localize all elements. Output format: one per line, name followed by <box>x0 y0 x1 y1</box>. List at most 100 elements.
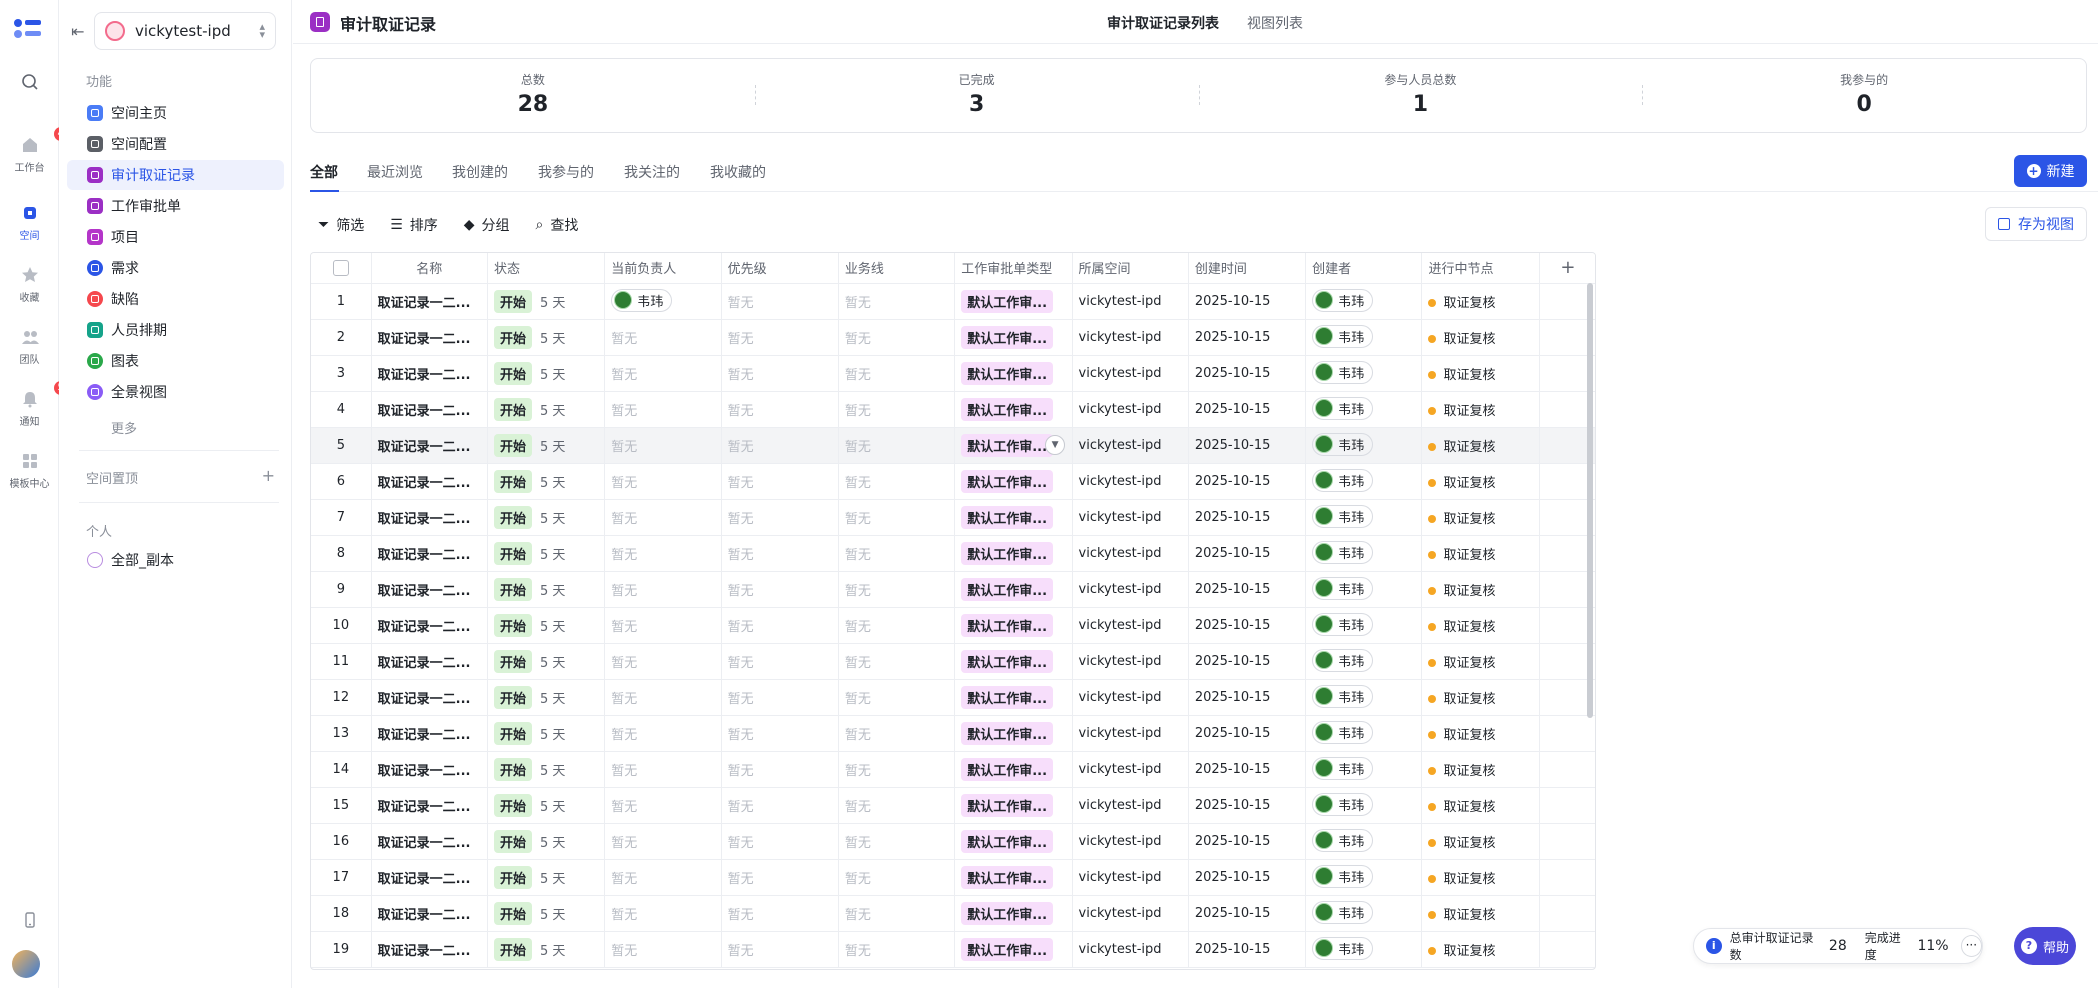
table-row[interactable]: 14 取证记录一二... 开始 5 天 暂无 暂无 暂无 默认工作审... vickytest-… <box>311 751 1595 788</box>
priority-cell[interactable]: 暂无 <box>721 391 839 428</box>
table-row[interactable]: 16 取证记录一二... 开始 5 天 暂无 暂无 暂无 默认工作审... vickytest-… <box>311 823 1595 860</box>
table-row[interactable]: 2 取证记录一二... 开始 5 天 暂无 暂无 暂无 默认工作审... vickytest-i… <box>311 319 1595 356</box>
owner-cell[interactable]: 韦玮 <box>604 283 722 320</box>
row-number[interactable]: 19 <box>311 931 372 968</box>
created-cell[interactable]: 2025-10-15 <box>1188 751 1307 788</box>
creator-chip[interactable]: 韦玮 <box>1312 504 1374 528</box>
new-button[interactable]: + 新建 <box>2014 155 2087 187</box>
creator-cell[interactable]: 韦玮 <box>1305 679 1423 716</box>
save-view-button[interactable]: 存为视图 <box>1985 207 2087 241</box>
approval-type-cell[interactable]: 默认工作审... <box>954 715 1073 752</box>
business-line-cell[interactable]: 暂无 <box>838 823 956 860</box>
creator-chip[interactable]: 韦玮 <box>1312 540 1374 564</box>
creator-cell[interactable]: 韦玮 <box>1305 751 1423 788</box>
record-name[interactable]: 取证记录一二... <box>371 751 488 788</box>
tab-favorited[interactable]: 我收藏的 <box>710 162 766 182</box>
creator-cell[interactable]: 韦玮 <box>1305 787 1423 824</box>
row-number[interactable]: 18 <box>311 895 372 932</box>
business-line-cell[interactable]: 暂无 <box>838 787 956 824</box>
status-cell[interactable]: 开始 5 天 <box>487 715 606 752</box>
record-name[interactable]: 取证记录一二... <box>371 463 488 500</box>
tab-created[interactable]: 我创建的 <box>452 162 508 182</box>
tab-participated[interactable]: 我参与的 <box>538 162 594 182</box>
owner-cell[interactable]: 暂无 <box>604 679 722 716</box>
space-cell[interactable]: vickytest-ipd <box>1072 787 1189 824</box>
priority-cell[interactable]: 暂无 <box>721 715 839 752</box>
table-row[interactable]: 7 取证记录一二... 开始 5 天 暂无 暂无 暂无 默认工作审... vickytest-i… <box>311 499 1595 536</box>
column-header-created[interactable]: 创建时间 <box>1188 253 1307 284</box>
priority-cell[interactable]: 暂无 <box>721 643 839 680</box>
space-cell[interactable]: vickytest-ipd <box>1072 715 1189 752</box>
select-all-cell[interactable] <box>311 253 372 284</box>
record-name[interactable]: 取证记录一二... <box>371 391 488 428</box>
approval-type-cell[interactable]: 默认工作审... <box>954 319 1073 356</box>
approval-type-cell[interactable]: 默认工作审... <box>954 571 1073 608</box>
created-cell[interactable]: 2025-10-15 <box>1188 355 1307 392</box>
row-number[interactable]: 9 <box>311 571 372 608</box>
column-header-priority[interactable]: 优先级 <box>721 253 839 284</box>
creator-chip[interactable]: 韦玮 <box>1312 612 1374 636</box>
priority-cell[interactable]: 暂无 <box>721 787 839 824</box>
rail-item-workbench[interactable]: 49 工作台 <box>0 127 73 174</box>
node-cell[interactable]: 取证复核 <box>1421 427 1540 464</box>
row-number[interactable]: 5 <box>311 427 372 464</box>
status-cell[interactable]: 开始 5 天 <box>487 427 606 464</box>
creator-chip[interactable]: 韦玮 <box>1312 396 1374 420</box>
creator-cell[interactable]: 韦玮 <box>1305 499 1423 536</box>
owner-cell[interactable]: 暂无 <box>604 823 722 860</box>
approval-type-cell[interactable]: 默认工作审... <box>954 499 1073 536</box>
row-number[interactable]: 13 <box>311 715 372 752</box>
business-line-cell[interactable]: 暂无 <box>838 319 956 356</box>
status-cell[interactable]: 开始 5 天 <box>487 859 606 896</box>
add-pinned-icon[interactable]: + <box>262 466 275 485</box>
owner-cell[interactable]: 暂无 <box>604 499 722 536</box>
creator-cell[interactable]: 韦玮 <box>1305 319 1423 356</box>
created-cell[interactable]: 2025-10-15 <box>1188 463 1307 500</box>
approval-type-cell[interactable]: 默认工作审... <box>954 391 1073 428</box>
table-row[interactable]: 19 取证记录一二... 开始 5 天 暂无 暂无 暂无 默认工作审... vickytest-… <box>311 931 1595 968</box>
row-number[interactable]: 14 <box>311 751 372 788</box>
space-cell[interactable]: vickytest-ipd <box>1072 535 1189 572</box>
priority-cell[interactable]: 暂无 <box>721 427 839 464</box>
sidebar-item-charts[interactable]: 图表 <box>67 346 284 376</box>
rail-mobile[interactable] <box>0 910 59 934</box>
node-cell[interactable]: 取证复核 <box>1421 499 1540 536</box>
approval-type-cell[interactable]: 默认工作审... <box>954 355 1073 392</box>
record-name[interactable]: 取证记录一二... <box>371 895 488 932</box>
node-cell[interactable]: 取证复核 <box>1421 571 1540 608</box>
creator-cell[interactable]: 韦玮 <box>1305 607 1423 644</box>
creator-chip[interactable]: 韦玮 <box>1312 684 1374 708</box>
row-number[interactable]: 17 <box>311 859 372 896</box>
business-line-cell[interactable]: 暂无 <box>838 715 956 752</box>
owner-cell[interactable]: 暂无 <box>604 391 722 428</box>
row-number[interactable]: 11 <box>311 643 372 680</box>
row-number[interactable]: 12 <box>311 679 372 716</box>
column-header-business-line[interactable]: 业务线 <box>838 253 956 284</box>
created-cell[interactable]: 2025-10-15 <box>1188 859 1307 896</box>
creator-chip[interactable]: 韦玮 <box>1312 756 1374 780</box>
sidebar-item-approval[interactable]: 工作审批单 <box>67 191 284 221</box>
owner-cell[interactable]: 暂无 <box>604 607 722 644</box>
business-line-cell[interactable]: 暂无 <box>838 643 956 680</box>
row-number[interactable]: 7 <box>311 499 372 536</box>
owner-cell[interactable]: 暂无 <box>604 931 722 968</box>
creator-chip[interactable]: 韦玮 <box>1312 432 1374 456</box>
node-cell[interactable]: 取证复核 <box>1421 931 1540 968</box>
space-cell[interactable]: vickytest-ipd <box>1072 895 1189 932</box>
space-cell[interactable]: vickytest-ipd <box>1072 319 1189 356</box>
created-cell[interactable]: 2025-10-15 <box>1188 823 1307 860</box>
rail-search[interactable] <box>0 72 59 96</box>
approval-type-cell[interactable]: 默认工作审... <box>954 607 1073 644</box>
owner-cell[interactable]: 暂无 <box>604 319 722 356</box>
column-header-owner[interactable]: 当前负责人 <box>604 253 722 284</box>
approval-type-cell[interactable]: 默认工作审... <box>954 823 1073 860</box>
sidebar-item-space-home[interactable]: 空间主页 <box>67 98 284 128</box>
tab-recent[interactable]: 最近浏览 <box>367 162 423 182</box>
created-cell[interactable]: 2025-10-15 <box>1188 427 1307 464</box>
business-line-cell[interactable]: 暂无 <box>838 391 956 428</box>
priority-cell[interactable]: 暂无 <box>721 283 839 320</box>
rail-item-favorites[interactable]: 收藏 <box>0 265 59 304</box>
priority-cell[interactable]: 暂无 <box>721 679 839 716</box>
record-name[interactable]: 取证记录一二... <box>371 427 488 464</box>
creator-chip[interactable]: 韦玮 <box>1312 360 1374 384</box>
